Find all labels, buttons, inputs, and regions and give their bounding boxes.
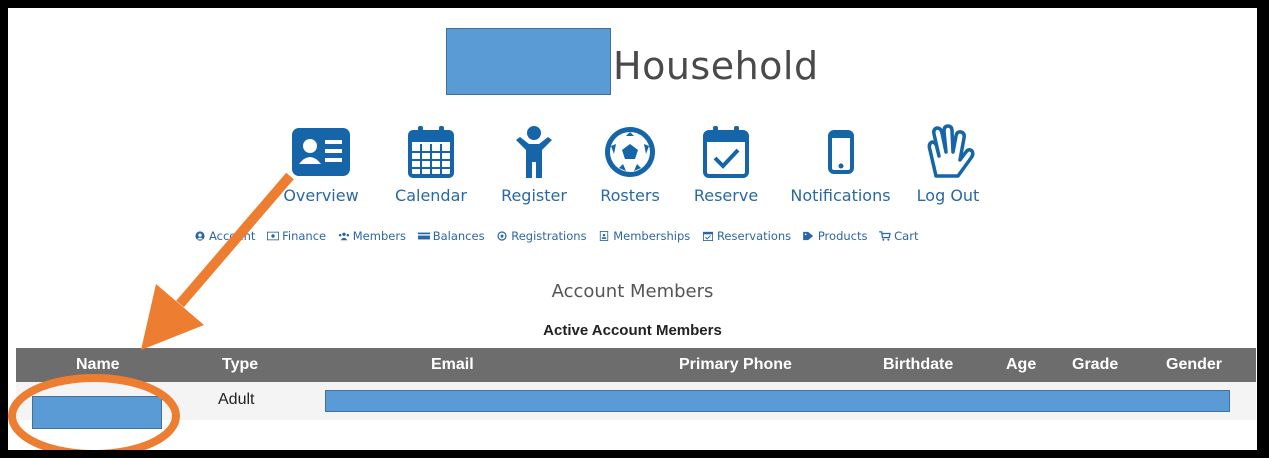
- nav-reserve[interactable]: Reserve: [686, 124, 766, 205]
- users-icon: [338, 232, 349, 241]
- column-header-primary-phone[interactable]: Primary Phone: [679, 356, 792, 374]
- user-circle-icon: [195, 231, 205, 241]
- subnav-label: Cart: [894, 229, 919, 243]
- table-row: Adult: [16, 382, 1256, 420]
- nav-label: Notifications: [790, 186, 891, 205]
- email-redaction: [325, 390, 1230, 412]
- subnav-label: Balances: [432, 229, 485, 243]
- nav-label: Log Out: [916, 186, 980, 205]
- subnav-reservations[interactable]: Reservations: [702, 229, 791, 243]
- subnav-cart[interactable]: Cart: [879, 229, 918, 243]
- nav-label: Register: [501, 186, 567, 205]
- column-header-birthdate[interactable]: Birthdate: [883, 356, 953, 374]
- soccer-ball-icon: [605, 127, 655, 177]
- column-header-grade[interactable]: Grade: [1072, 356, 1118, 374]
- column-header-name[interactable]: Name: [76, 356, 120, 374]
- calendar-check-icon: [702, 231, 713, 241]
- subnav-finance[interactable]: Finance: [267, 229, 326, 243]
- phone-icon: [827, 130, 854, 174]
- id-card-icon: [292, 128, 350, 176]
- section-title: Account Members: [551, 281, 714, 302]
- subnav-label: Reservations: [716, 229, 792, 243]
- subnav-label: Members: [352, 229, 407, 243]
- subnav-registrations[interactable]: Registrations: [496, 229, 587, 243]
- calendar-icon: [408, 126, 454, 178]
- nav-logout[interactable]: Log Out: [908, 124, 988, 205]
- nav-register[interactable]: Register: [494, 124, 574, 205]
- main-nav: Overview Calendar Register Rosters Reser…: [268, 124, 1008, 214]
- nav-calendar[interactable]: Calendar: [386, 124, 476, 205]
- badge-icon: [600, 231, 609, 241]
- nav-label: Overview: [283, 186, 359, 205]
- table-header: Name Type Email Primary Phone Birthdate …: [16, 348, 1256, 382]
- page-title: Household: [613, 44, 819, 88]
- nav-overview[interactable]: Overview: [268, 124, 374, 205]
- subnav-label: Registrations: [511, 229, 587, 243]
- nav-label: Reserve: [693, 186, 759, 205]
- table-caption: Active Account Members: [543, 322, 722, 339]
- subnav-account[interactable]: Account: [194, 229, 255, 243]
- nav-rosters[interactable]: Rosters: [590, 124, 670, 205]
- calendar-check-icon: [703, 126, 749, 178]
- credit-card-icon: [417, 232, 430, 240]
- column-header-email[interactable]: Email: [431, 356, 474, 374]
- nav-notifications[interactable]: Notifications: [783, 124, 898, 205]
- cart-icon: [879, 231, 891, 241]
- name-redaction[interactable]: [32, 396, 162, 429]
- subnav-label: Finance: [282, 229, 327, 243]
- page-frame: Household Overview Calendar Register Ros…: [8, 8, 1257, 450]
- column-header-type[interactable]: Type: [222, 356, 258, 374]
- subnav-products[interactable]: Products: [802, 229, 868, 243]
- person-icon: [516, 126, 552, 178]
- subnav-label: Memberships: [613, 229, 691, 243]
- sub-nav: Account Finance Members Balances Registr…: [194, 229, 926, 247]
- waving-hand-icon: [927, 124, 975, 178]
- column-header-age[interactable]: Age: [1006, 356, 1036, 374]
- subnav-label: Account: [209, 229, 256, 243]
- soccer-ball-icon: [497, 231, 507, 241]
- tags-icon: [802, 231, 813, 241]
- subnav-members[interactable]: Members: [338, 229, 406, 243]
- money-icon: [267, 231, 280, 241]
- nav-label: Calendar: [395, 186, 467, 205]
- member-type: Adult: [218, 391, 255, 408]
- subnav-label: Products: [817, 229, 868, 243]
- title-redaction: [446, 28, 611, 95]
- column-header-gender[interactable]: Gender: [1166, 356, 1222, 374]
- subnav-memberships[interactable]: Memberships: [598, 229, 690, 243]
- subnav-balances[interactable]: Balances: [417, 229, 485, 243]
- nav-label: Rosters: [600, 186, 660, 205]
